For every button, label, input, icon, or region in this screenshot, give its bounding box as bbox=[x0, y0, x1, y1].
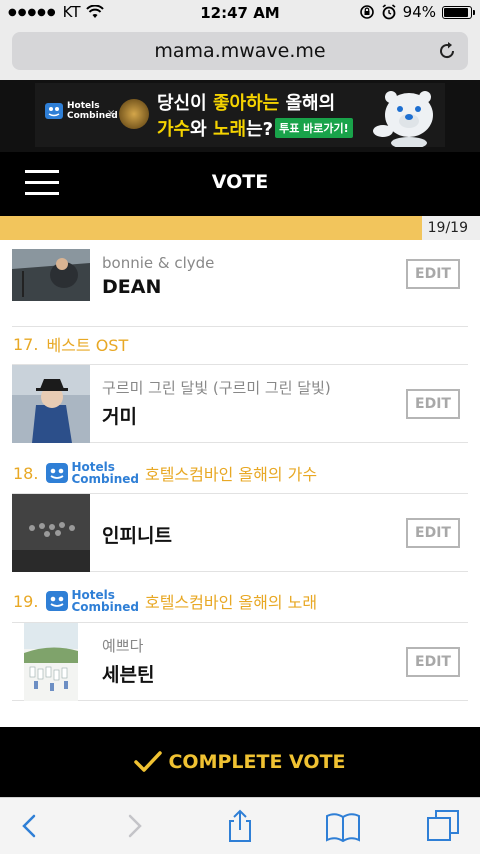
category-number: 17. bbox=[13, 334, 39, 354]
vote-progress: 19/19 bbox=[0, 216, 480, 240]
share-icon[interactable] bbox=[222, 808, 258, 844]
bed-icon bbox=[45, 103, 63, 119]
album-thumbnail bbox=[24, 623, 78, 701]
back-icon[interactable] bbox=[12, 808, 48, 844]
category-label: 베스트 OST bbox=[46, 336, 129, 355]
battery-percent: 94% bbox=[402, 3, 436, 21]
battery-icon bbox=[442, 5, 475, 19]
progress-fill bbox=[0, 216, 423, 240]
category-label: 호텔스컴바인 올해의 노래 bbox=[144, 593, 318, 612]
artist-name: 거미 bbox=[102, 406, 137, 428]
banner-separator: × bbox=[107, 108, 116, 119]
ad-banner[interactable]: Hotels Combined × 당신이 좋아하는 올해의 가수와 노래는? 투… bbox=[35, 83, 445, 147]
brand-line-2: Combined bbox=[71, 600, 139, 614]
status-bar: ●●●●● KT 12:47 AM 94% bbox=[0, 0, 480, 26]
list-item: 구르미 그린 달빛 (구르미 그린 달빛) 거미 EDIT bbox=[12, 365, 468, 443]
category-header: 18. Hotels Combined 호텔스컴바인 올해의 가수 bbox=[13, 460, 317, 486]
list-item: 예쁘다 세븐틴 EDIT bbox=[12, 623, 468, 701]
bookmarks-icon[interactable] bbox=[325, 808, 361, 844]
rotation-lock-icon bbox=[359, 5, 374, 19]
category-header: 17. 베스트 OST bbox=[13, 331, 128, 357]
song-title: bonnie & clyde bbox=[102, 254, 215, 272]
list-item: bonnie & clyde DEAN EDIT bbox=[12, 249, 468, 327]
album-thumbnail bbox=[12, 365, 90, 443]
battery-fill bbox=[444, 7, 469, 17]
hotels-combined-logo: Hotels Combined bbox=[46, 461, 139, 485]
page-title: VOTE bbox=[211, 171, 269, 193]
banner-highlight: 노래 bbox=[212, 119, 247, 140]
edit-button[interactable]: EDIT bbox=[406, 518, 460, 548]
alarm-icon bbox=[382, 4, 396, 20]
forward-icon[interactable] bbox=[116, 808, 152, 844]
reload-icon[interactable] bbox=[436, 40, 458, 62]
banner-text: 당신이 bbox=[157, 93, 213, 114]
song-title: 구르미 그린 달빛 (구르미 그린 달빛) bbox=[102, 379, 331, 397]
tabs-icon[interactable] bbox=[426, 808, 462, 844]
bed-icon bbox=[46, 463, 69, 483]
banner-text: 는? bbox=[246, 119, 274, 140]
checkmark-icon bbox=[134, 751, 163, 772]
banner-highlight: 좋아하는 bbox=[212, 93, 280, 114]
url-text: mama.mwave.me bbox=[154, 40, 326, 62]
ad-banner-area: Hotels Combined × 당신이 좋아하는 올해의 가수와 노래는? 투… bbox=[0, 80, 480, 152]
banner-text: 올해의 bbox=[279, 93, 336, 114]
progress-count: 19/19 bbox=[427, 220, 468, 236]
category-header: 19. Hotels Combined 호텔스컴바인 올해의 노래 bbox=[13, 588, 317, 614]
browser-address-area: mama.mwave.me bbox=[0, 26, 480, 80]
edit-button[interactable]: EDIT bbox=[406, 259, 460, 289]
browser-toolbar bbox=[0, 797, 480, 854]
nav-bar: VOTE bbox=[0, 152, 480, 216]
list-item: 인피니트 EDIT bbox=[12, 494, 468, 572]
complete-vote-label: COMPLETE VOTE bbox=[168, 751, 346, 773]
bed-icon bbox=[46, 591, 69, 611]
banner-headline-1: 당신이 좋아하는 올해의 bbox=[157, 89, 335, 115]
album-thumbnail bbox=[12, 249, 90, 301]
album-thumbnail bbox=[12, 494, 90, 572]
category-number: 19. bbox=[13, 591, 39, 611]
banner-highlight: 가수 bbox=[157, 119, 191, 140]
hotels-combined-logo: Hotels Combined bbox=[46, 589, 139, 613]
banner-text: 와 bbox=[190, 119, 213, 140]
banner-cta[interactable]: 투표 바로가기! bbox=[275, 118, 353, 138]
artist-name: 인피니트 bbox=[102, 525, 172, 547]
edit-button[interactable]: EDIT bbox=[406, 647, 460, 677]
polar-bear-mascot-icon bbox=[373, 91, 433, 147]
song-title: 예쁘다 bbox=[102, 637, 144, 655]
category-label: 호텔스컴바인 올해의 가수 bbox=[144, 465, 318, 484]
address-bar[interactable]: mama.mwave.me bbox=[12, 32, 468, 70]
mama-logo bbox=[119, 99, 149, 129]
artist-name: DEAN bbox=[102, 276, 162, 298]
complete-vote-button[interactable]: COMPLETE VOTE bbox=[0, 727, 480, 797]
brand-line-2: Combined bbox=[71, 472, 139, 486]
category-number: 18. bbox=[13, 463, 39, 483]
artist-name: 세븐틴 bbox=[102, 664, 155, 686]
banner-headline-2: 가수와 노래는? 투표 바로가기! bbox=[157, 115, 353, 141]
edit-button[interactable]: EDIT bbox=[406, 389, 460, 419]
